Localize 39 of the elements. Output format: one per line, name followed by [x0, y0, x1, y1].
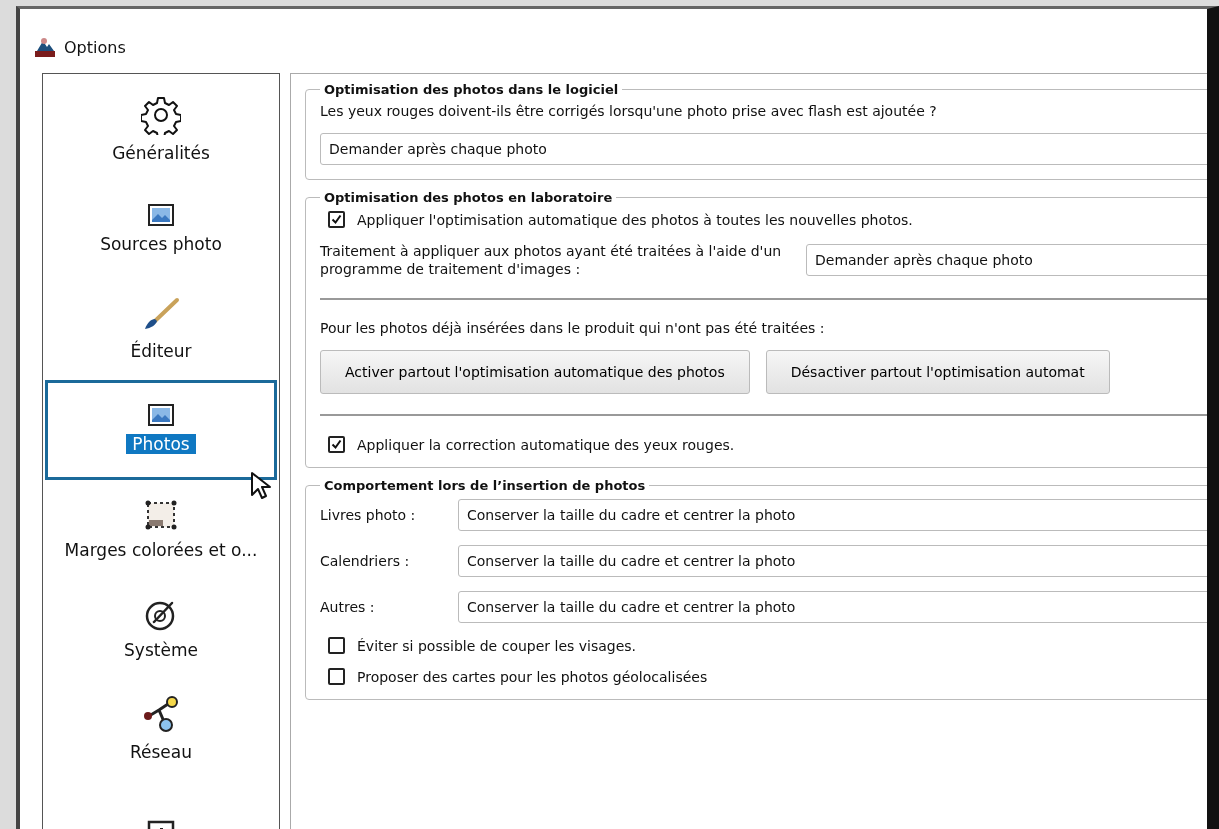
field-label: Autres : — [320, 599, 376, 616]
existing-photos-text: Pour les photos déjà insérées dans le produit qui n'ont pas été traitées : — [320, 320, 826, 337]
checkbox-label: Proposer des cartes pour les photos géolocalisées — [357, 668, 708, 685]
window-title: Options — [64, 37, 126, 57]
sidebar-item[interactable]: Réseau — [45, 680, 277, 780]
dropdown[interactable]: Demander après chaque photo — [320, 133, 1207, 165]
app-icon — [34, 36, 56, 58]
field-label: Calendriers : — [320, 553, 411, 570]
checkbox[interactable] — [328, 211, 345, 228]
checkbox[interactable] — [328, 668, 345, 686]
sidebar-item[interactable]: Marges colorées et o... — [45, 480, 277, 580]
sidebar-item[interactable]: Sources photo — [45, 180, 277, 280]
dropdown[interactable]: Conserver la taille du cadre et centrer la photo — [458, 499, 1207, 532]
checkbox-label: Appliquer l'optimisation automatique des photos à toutes les nouvelles photos. — [357, 211, 913, 228]
checkbox[interactable] — [328, 637, 345, 655]
dropdown[interactable]: Demander après chaque photo — [806, 244, 1207, 277]
settings-icon — [141, 95, 181, 135]
group-title: Optimisation des photos en laboratoire — [323, 190, 614, 205]
cursor-icon — [250, 471, 272, 501]
question-text: Les yeux rouges doivent-ils être corrigés lorsqu'une photo prise avec flash est ajoutée ? — [320, 103, 938, 119]
checkmark-icon — [331, 439, 342, 451]
picture-icon — [148, 404, 174, 426]
treatment-label: Traitement à appliquer aux photos ayant été traitées à l'aide d'un programme de traitement d'images : — [320, 242, 783, 279]
group-title: Comportement lors de l’insertion de photos — [323, 478, 647, 494]
action-button[interactable]: Activer partout l'optimisation automatique des photos — [320, 350, 750, 395]
network-icon — [141, 696, 181, 734]
sidebar-item[interactable]: Éditeur — [45, 280, 277, 380]
checkmark-icon — [331, 214, 342, 225]
checkbox-label: Éviter si possible de couper les visages. — [357, 637, 637, 654]
picture-icon — [148, 204, 174, 226]
action-button[interactable]: Désactiver partout l'optimisation automat — [765, 350, 1110, 395]
group-title: Optimisation des photos dans le logiciel — [323, 82, 620, 97]
sidebar-item[interactable]: Généralités — [45, 80, 277, 180]
sidebar-item[interactable]: Système — [45, 580, 277, 680]
dropdown[interactable]: Conserver la taille du cadre et centrer la photo — [458, 591, 1207, 624]
dropdown[interactable]: Conserver la taille du cadre et centrer la photo — [458, 545, 1207, 578]
checkbox[interactable] — [328, 436, 345, 454]
field-label: Livres photo : — [320, 507, 417, 524]
checkbox-label: Appliquer la correction automatique des yeux rouges. — [357, 436, 735, 453]
